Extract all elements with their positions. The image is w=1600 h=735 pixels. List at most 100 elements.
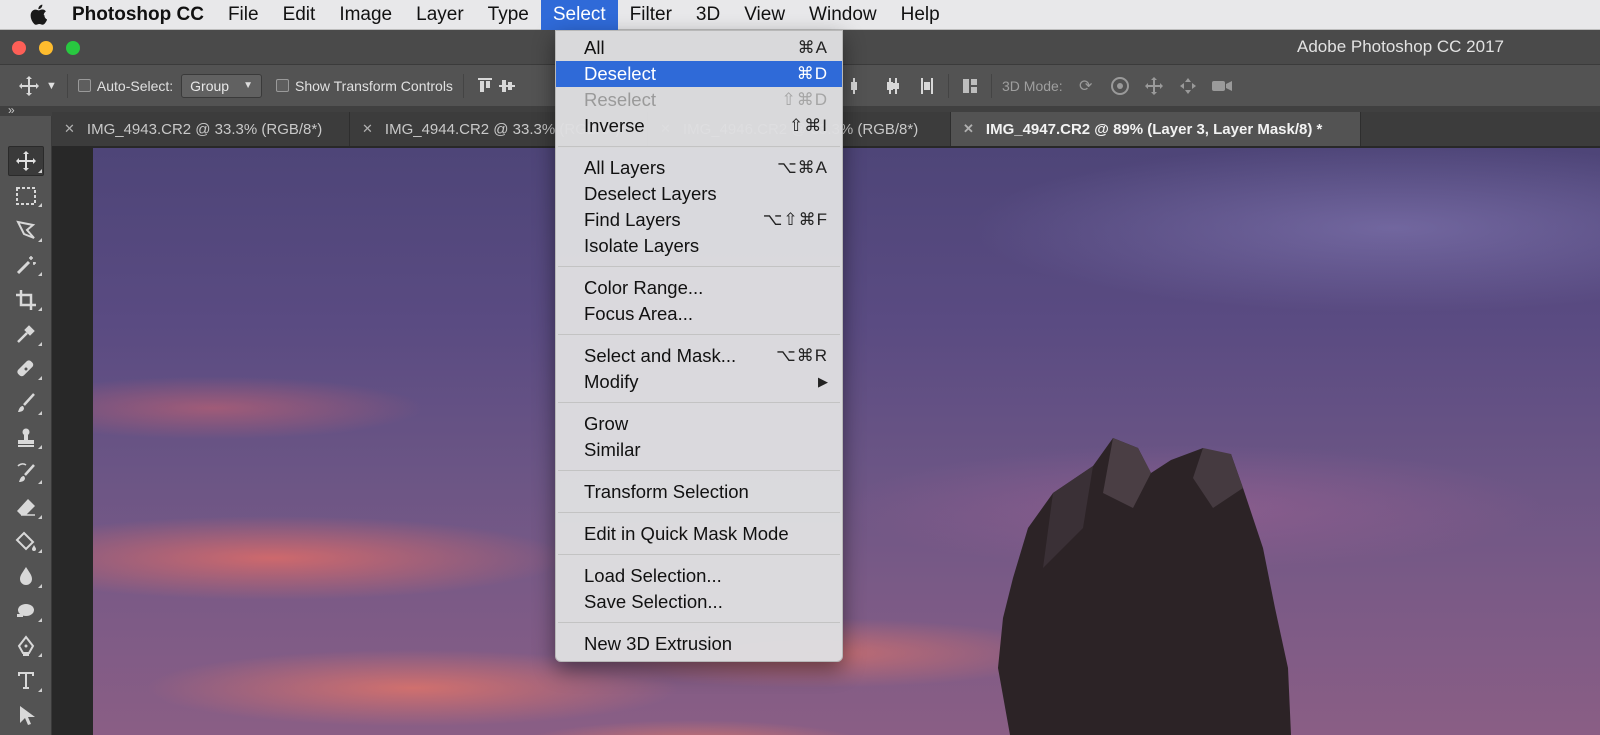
menu-type[interactable]: Type [476, 0, 541, 30]
menu-edit[interactable]: Edit [271, 0, 328, 30]
menu-separator [558, 266, 840, 267]
menu-layer[interactable]: Layer [404, 0, 476, 30]
divider [948, 74, 949, 98]
magic-wand-tool[interactable] [0, 248, 52, 283]
eraser-tool[interactable] [0, 490, 52, 525]
menu-item-label: Grow [584, 413, 629, 434]
path-selection-tool[interactable] [0, 698, 52, 733]
shortcut-label: ⇧⌘I [789, 116, 828, 135]
eyedropper-tool[interactable] [0, 317, 52, 352]
zoom-window-button[interactable] [66, 41, 80, 55]
dodge-tool[interactable] [0, 594, 52, 629]
3d-roll-icon[interactable] [1109, 75, 1131, 97]
window-title: Adobe Photoshop CC 2017 [1297, 37, 1504, 56]
menu-separator [558, 554, 840, 555]
menu-view[interactable]: View [732, 0, 797, 30]
menu-file[interactable]: File [216, 0, 271, 30]
apple-icon[interactable] [18, 0, 58, 30]
menu-item-modify[interactable]: Modify ▶ [556, 369, 842, 395]
move-tool[interactable] [0, 144, 52, 179]
menu-item-label: Focus Area... [584, 303, 693, 324]
menu-filter[interactable]: Filter [618, 0, 684, 30]
close-window-button[interactable] [12, 41, 26, 55]
menu-item-label: Select and Mask... [584, 345, 737, 366]
menu-item-save-selection[interactable]: Save Selection... [556, 589, 842, 615]
menu-item-transform-selection[interactable]: Transform Selection [556, 479, 842, 505]
submenu-arrow-icon: ▶ [818, 374, 828, 389]
auto-select-checkbox[interactable] [77, 79, 91, 92]
history-brush-tool[interactable] [0, 455, 52, 490]
menu-item-grow[interactable]: Grow [556, 411, 842, 437]
menu-item-label: New 3D Extrusion [584, 633, 733, 654]
paint-bucket-tool[interactable] [0, 525, 52, 560]
tab-label: IMG_4943.CR2 @ 33.3% (RGB/8*) [86, 120, 323, 138]
app-name-menu[interactable]: Photoshop CC [72, 4, 204, 26]
menu-separator [558, 402, 840, 403]
tools-panel [0, 116, 52, 735]
menu-help[interactable]: Help [889, 0, 952, 30]
menu-item-label: All [584, 37, 605, 58]
marquee-tool[interactable] [0, 179, 52, 214]
menu-item-select-and-mask[interactable]: Select and Mask... ⌥⌘R [556, 343, 842, 369]
arrow-pointer-icon [8, 700, 44, 730]
blur-tool[interactable] [0, 559, 52, 594]
3d-camera-icon[interactable] [1211, 75, 1233, 97]
shortcut-label: ⌘A [797, 38, 828, 57]
document-tab-active[interactable]: ✕ IMG_4947.CR2 @ 89% (Layer 3, Layer Mas… [951, 112, 1361, 146]
close-tab-icon[interactable]: ✕ [362, 121, 373, 137]
menu-image[interactable]: Image [327, 0, 404, 30]
menu-window[interactable]: Window [797, 0, 889, 30]
chevron-down-icon[interactable]: ▼ [46, 80, 57, 92]
crop-tool[interactable] [0, 282, 52, 317]
distribute-horizontal-center-icon[interactable] [882, 75, 904, 97]
align-top-icon[interactable] [474, 75, 496, 97]
tools-panel-grip[interactable] [0, 116, 51, 144]
document-canvas[interactable] [93, 148, 1600, 735]
menu-item-find-layers[interactable]: Find Layers ⌥⇧⌘F [556, 207, 842, 233]
lasso-tool[interactable] [0, 213, 52, 248]
menu-item-color-range[interactable]: Color Range... [556, 275, 842, 301]
brush-tool[interactable] [0, 386, 52, 421]
menu-item-focus-area[interactable]: Focus Area... [556, 301, 842, 327]
expand-panels-icon[interactable]: » [8, 103, 15, 117]
menu-item-similar[interactable]: Similar [556, 437, 842, 463]
menu-item-quick-mask[interactable]: Edit in Quick Mask Mode [556, 521, 842, 547]
menu-item-label: All Layers [584, 157, 666, 178]
shortcut-label: ⌥⌘A [777, 158, 828, 177]
menu-separator [558, 512, 840, 513]
menu-item-deselect[interactable]: Deselect ⌘D [556, 61, 842, 87]
pen-tool[interactable] [0, 628, 52, 663]
3d-slide-icon[interactable] [1177, 75, 1199, 97]
menu-select[interactable]: Select [540, 0, 618, 30]
menu-item-new-3d-extrusion[interactable]: New 3D Extrusion [556, 631, 842, 657]
show-transform-controls-checkbox[interactable] [275, 79, 289, 92]
auto-select-dropdown[interactable]: Group ▼ [181, 73, 262, 98]
auto-align-icon[interactable] [959, 75, 981, 97]
menu-item-all-layers[interactable]: All Layers ⌥⌘A [556, 155, 842, 181]
align-vertical-center-icon[interactable] [496, 75, 518, 97]
menu-item-all[interactable]: All ⌘A [556, 35, 842, 61]
clone-stamp-tool[interactable] [0, 421, 52, 456]
healing-brush-tool[interactable] [0, 352, 52, 387]
type-tool[interactable] [0, 663, 52, 698]
move-tool-preset-icon[interactable] [18, 75, 40, 97]
shortcut-label: ⌥⇧⌘F [762, 210, 828, 229]
distribute-right-icon[interactable] [916, 75, 938, 97]
minimize-window-button[interactable] [39, 41, 53, 55]
select-menu-dropdown: All ⌘A Deselect ⌘D Reselect ⇧⌘D Inverse ⇧⌘I … [555, 30, 843, 662]
document-tab[interactable]: ✕ IMG_4943.CR2 @ 33.3% (RGB/8*) [52, 112, 350, 146]
shortcut-label: ⌘D [796, 64, 828, 83]
shortcut-label: ⌥⌘R [776, 346, 828, 365]
tab-label: IMG_4947.CR2 @ 89% (Layer 3, Layer Mask/… [985, 120, 1323, 138]
3d-drag-icon[interactable] [1143, 75, 1165, 97]
menu-item-isolate-layers[interactable]: Isolate Layers [556, 233, 842, 259]
3d-orbit-icon[interactable]: ⟳ [1075, 75, 1097, 97]
menu-item-inverse[interactable]: Inverse ⇧⌘I [556, 113, 842, 139]
close-tab-icon[interactable]: ✕ [963, 121, 974, 137]
chevron-down-icon: ▼ [243, 80, 253, 91]
distribute-center-icon[interactable] [848, 75, 870, 97]
menu-item-load-selection[interactable]: Load Selection... [556, 563, 842, 589]
close-tab-icon[interactable]: ✕ [64, 121, 75, 137]
menu-3d[interactable]: 3D [684, 0, 732, 30]
menu-item-deselect-layers[interactable]: Deselect Layers [556, 181, 842, 207]
